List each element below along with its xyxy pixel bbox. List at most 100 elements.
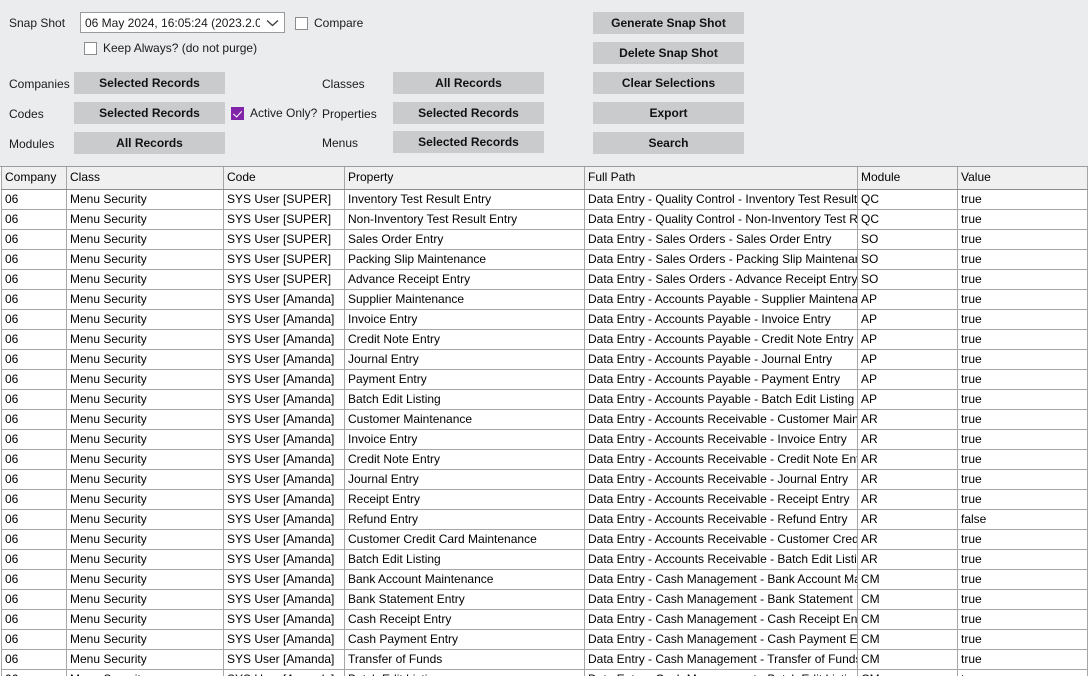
table-cell: Menu Security — [66, 509, 224, 530]
keep-always-checkbox-row[interactable]: Keep Always? (do not purge) — [84, 41, 257, 55]
table-cell: 06 — [1, 369, 67, 390]
results-table: Company Class Code Property Full Path Module V… — [1, 167, 1088, 676]
generate-snapshot-button[interactable]: Generate Snap Shot — [593, 12, 744, 34]
active-only-checkbox-row[interactable]: Active Only? — [231, 106, 317, 120]
table-cell: 06 — [1, 349, 67, 370]
properties-label: Properties — [322, 107, 377, 121]
column-header-module[interactable]: Module — [857, 167, 958, 190]
table-row[interactable]: 06 Menu Security SYS User [SUPER] Inventory… — [1, 189, 1088, 210]
table-row[interactable]: 06 Menu Security SYS User [Amanda] Credit N… — [1, 329, 1088, 350]
table-cell: SYS User [Amanda] — [223, 449, 345, 470]
table-row[interactable]: 06 Menu Security SYS User [Amanda] Receipt … — [1, 489, 1088, 510]
table-cell: QC — [857, 189, 958, 210]
table-cell: true — [957, 489, 1088, 510]
snapshot-select[interactable]: 06 May 2024, 16:05:24 (2023.2.0) — [80, 12, 285, 33]
table-row[interactable]: 06 Menu Security SYS User [Amanda] Refund E… — [1, 509, 1088, 530]
table-cell: Batch Edit Listing — [344, 669, 585, 676]
table-row[interactable]: 06 Menu Security SYS User [Amanda] Transfer… — [1, 649, 1088, 670]
properties-selector-button[interactable]: Selected Records — [393, 102, 544, 124]
table-row[interactable]: 06 Menu Security SYS User [SUPER] Packing S… — [1, 249, 1088, 270]
table-row[interactable]: 06 Menu Security SYS User [SUPER] Sales Ord… — [1, 229, 1088, 250]
table-row[interactable]: 06 Menu Security SYS User [Amanda] Journal … — [1, 349, 1088, 370]
table-row[interactable]: 06 Menu Security SYS User [Amanda] Customer… — [1, 529, 1088, 550]
table-row[interactable]: 06 Menu Security SYS User [Amanda] Invoice … — [1, 429, 1088, 450]
table-cell: Menu Security — [66, 429, 224, 450]
table-cell: Non-Inventory Test Result Entry — [344, 209, 585, 230]
active-only-label: Active Only? — [250, 106, 318, 120]
table-cell: SO — [857, 229, 958, 250]
table-row[interactable]: 06 Menu Security SYS User [Amanda] Supplier… — [1, 289, 1088, 310]
table-cell: Data Entry - Accounts Payable - Journal … — [584, 349, 858, 370]
search-button[interactable]: Search — [593, 132, 744, 154]
table-row[interactable]: 06 Menu Security SYS User [Amanda] Cash Pay… — [1, 629, 1088, 650]
table-cell: AP — [857, 389, 958, 410]
snapshot-selected-value: 06 May 2024, 16:05:24 (2023.2.0) — [85, 15, 260, 30]
chevron-down-icon — [260, 19, 284, 27]
table-cell: Data Entry - Accounts Receivable - Custo… — [584, 409, 858, 430]
table-cell: true — [957, 449, 1088, 470]
column-header-class[interactable]: Class — [66, 167, 224, 190]
table-cell: Data Entry - Sales Orders - Packing Slip… — [584, 249, 858, 270]
table-cell: Advance Receipt Entry — [344, 269, 585, 290]
table-cell: SYS User [Amanda] — [223, 509, 345, 530]
table-cell: Menu Security — [66, 449, 224, 470]
table-cell: SYS User [SUPER] — [223, 249, 345, 270]
table-row[interactable]: 06 Menu Security SYS User [SUPER] Advance R… — [1, 269, 1088, 290]
table-cell: Transfer of Funds — [344, 649, 585, 670]
column-header-company[interactable]: Company — [1, 167, 67, 190]
delete-snapshot-button[interactable]: Delete Snap Shot — [593, 42, 744, 64]
column-header-code[interactable]: Code — [223, 167, 345, 190]
table-cell: true — [957, 649, 1088, 670]
table-cell: 06 — [1, 289, 67, 310]
table-cell: Journal Entry — [344, 469, 585, 490]
table-cell: Menu Security — [66, 309, 224, 330]
filter-panel: Snap Shot 06 May 2024, 16:05:24 (2023.2.… — [0, 0, 1088, 166]
clear-selections-button[interactable]: Clear Selections — [593, 72, 744, 94]
table-cell: Menu Security — [66, 529, 224, 550]
table-cell: CM — [857, 629, 958, 650]
compare-checkbox[interactable] — [295, 16, 308, 30]
table-row[interactable]: 06Menu SecuritySYS User [Amanda]Batch Ed… — [1, 389, 1088, 410]
table-row[interactable]: 06 Menu Security SYS User [Amanda] Bank Sta… — [1, 589, 1088, 610]
companies-label: Companies — [9, 77, 70, 91]
table-cell: 06 — [1, 529, 67, 550]
classes-selector-button[interactable]: All Records — [393, 72, 544, 94]
table-cell: Journal Entry — [344, 349, 585, 370]
codes-selector-button[interactable]: Selected Records — [74, 102, 225, 124]
table-row[interactable]: 06Menu SecuritySYS User [Amanda]Batch Ed… — [1, 669, 1088, 676]
table-row[interactable]: 06 Menu Security SYS User [Amanda] Customer… — [1, 409, 1088, 430]
table-cell: Menu Security — [66, 409, 224, 430]
companies-selector-button[interactable]: Selected Records — [74, 72, 225, 94]
table-cell: Customer Credit Card Maintenance — [344, 529, 585, 550]
active-only-checkbox[interactable] — [231, 106, 244, 120]
table-row[interactable]: 06 Menu Security SYS User [Amanda] Cash Rec… — [1, 609, 1088, 630]
table-cell: CM — [857, 609, 958, 630]
table-cell: AR — [857, 409, 958, 430]
table-cell: Data Entry - Accounts Payable - Supplier… — [584, 289, 858, 310]
keep-always-label: Keep Always? (do not purge) — [103, 41, 258, 55]
table-cell: AR — [857, 509, 958, 530]
table-row[interactable]: 06 Menu Security SYS User [Amanda] Payment … — [1, 369, 1088, 390]
table-row[interactable]: 06 Menu Security SYS User [SUPER] Non-Inven… — [1, 209, 1088, 230]
table-row[interactable]: 06 Menu Security SYS User [Amanda] Invoice … — [1, 309, 1088, 330]
column-header-full-path[interactable]: Full Path — [584, 167, 858, 190]
table-row[interactable]: 06Menu SecuritySYS User [Amanda]Batch Ed… — [1, 549, 1088, 570]
table-cell: true — [957, 549, 1088, 570]
table-cell: Cash Payment Entry — [344, 629, 585, 650]
table-row[interactable]: 06 Menu Security SYS User [Amanda] Bank Acc… — [1, 569, 1088, 590]
column-header-value[interactable]: Value — [957, 167, 1088, 190]
table-cell: Menu Security — [66, 369, 224, 390]
table-cell: CM — [857, 649, 958, 670]
table-cell: Menu Security — [66, 609, 224, 630]
table-cell: SYS User [Amanda] — [223, 589, 345, 610]
export-button[interactable]: Export — [593, 102, 744, 124]
compare-checkbox-row[interactable]: Compare — [295, 16, 363, 30]
results-grid[interactable]: Company Class Code Property Full Path Module V… — [0, 166, 1088, 676]
table-cell: 06 — [1, 269, 67, 290]
column-header-property[interactable]: Property — [344, 167, 585, 190]
table-row[interactable]: 06 Menu Security SYS User [Amanda] Journal … — [1, 469, 1088, 490]
menus-selector-button[interactable]: Selected Records — [393, 131, 544, 153]
table-row[interactable]: 06 Menu Security SYS User [Amanda] Credit N… — [1, 449, 1088, 470]
keep-always-checkbox[interactable] — [84, 41, 97, 55]
modules-selector-button[interactable]: All Records — [74, 132, 225, 154]
